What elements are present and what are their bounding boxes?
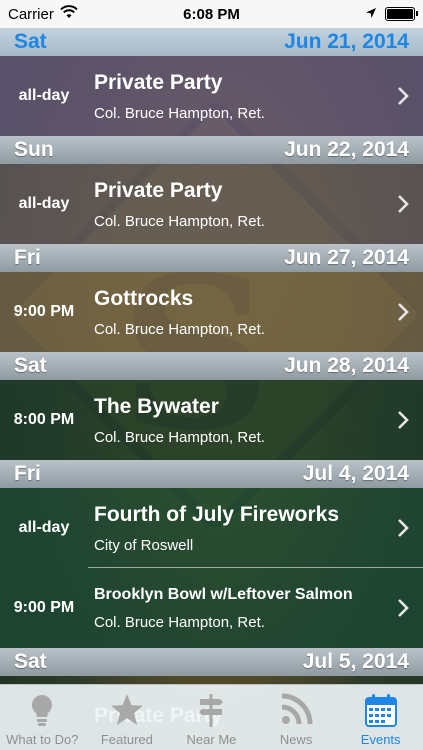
section-header: Sat Jun 28, 2014 [0, 352, 423, 380]
battery-level-fill [387, 9, 413, 19]
event-title: Private Party [94, 70, 223, 94]
section-date: Jun 28, 2014 [284, 354, 409, 377]
section-date: Jun 22, 2014 [284, 138, 409, 161]
section-date: Jul 4, 2014 [302, 462, 409, 485]
chevron-right-icon [383, 272, 423, 352]
section-day: Fri [14, 462, 41, 485]
tab-news[interactable]: News [254, 685, 339, 750]
event-title: The Bywater [94, 394, 219, 418]
section-header: Sun Jun 22, 2014 [0, 136, 423, 164]
event-row[interactable]: 9:00 PM Gottrocks Col. Bruce Hampton, Ret. [0, 272, 423, 352]
tab-label: Events [360, 732, 401, 747]
event-time: 8:00 PM [13, 411, 75, 428]
event-row[interactable]: all-day Private Party Col. Bruce Hampton, … [0, 56, 423, 136]
event-venue: Col. Bruce Hampton, Ret. [94, 212, 265, 230]
event-time: all-day [18, 87, 70, 104]
section-date: Jun 21, 2014 [284, 30, 409, 53]
event-time: all-day [18, 195, 70, 212]
event-time: 9:00 PM [13, 599, 75, 616]
event-time: 9:00 PM [13, 303, 75, 320]
section-header: Fri Jun 27, 2014 [0, 244, 423, 272]
tab-near-me[interactable]: Near Me [169, 685, 254, 750]
event-time: all-day [18, 519, 70, 536]
section-date: Jun 27, 2014 [284, 246, 409, 269]
chevron-right-icon [383, 488, 423, 568]
event-title: Gottrocks [94, 286, 194, 310]
chevron-right-icon [383, 56, 423, 136]
section-day: Sun [14, 138, 54, 161]
event-row[interactable]: all-day Fourth of July Fireworks City of R… [0, 488, 423, 568]
rss-icon [281, 693, 313, 725]
event-venue: Col. Bruce Hampton, Ret. [94, 428, 265, 446]
section-day: Fri [14, 246, 41, 269]
battery-icon [385, 7, 418, 21]
chevron-right-icon [383, 164, 423, 244]
tab-label: Featured [100, 732, 153, 747]
event-row[interactable]: 9:00 PM Brooklyn Bowl w/Leftover Salmon Co… [0, 568, 423, 648]
section-day: Sat [14, 30, 47, 53]
calendar-icon [364, 694, 397, 727]
tab-label: Near Me [186, 732, 237, 747]
chevron-right-icon [383, 380, 423, 460]
event-venue: Col. Bruce Hampton, Ret. [94, 613, 265, 631]
section-date: Jul 5, 2014 [302, 650, 409, 673]
event-venue: Col. Bruce Hampton, Ret. [94, 104, 265, 122]
tab-label: What to Do? [6, 732, 79, 747]
lightbulb-icon [32, 695, 53, 726]
event-title: Fourth of July Fireworks [94, 502, 340, 526]
location-arrow-icon [365, 6, 377, 23]
section-header: Fri Jul 4, 2014 [0, 460, 423, 488]
tab-events[interactable]: Events [338, 685, 423, 750]
wifi-icon [60, 5, 78, 23]
event-title: Brooklyn Bowl w/Leftover Salmon [94, 585, 353, 603]
section-day: Sat [14, 354, 47, 377]
event-venue: Col. Bruce Hampton, Ret. [94, 320, 265, 338]
tab-featured[interactable]: Featured [85, 685, 170, 750]
tab-what-to-do[interactable]: What to Do? [0, 685, 85, 750]
event-row[interactable]: all-day Private Party Col. Bruce Hampton, … [0, 164, 423, 244]
event-title: Private Party [94, 178, 223, 202]
section-header: Sat Jun 21, 2014 [0, 28, 423, 56]
event-venue: City of Roswell [94, 536, 194, 554]
event-row[interactable]: 8:00 PM The Bywater Col. Bruce Hampton, Re… [0, 380, 423, 460]
section-day: Sat [14, 650, 47, 673]
carrier-label: Carrier [8, 5, 54, 23]
chevron-right-icon [383, 568, 423, 648]
star-icon [110, 694, 143, 725]
tab-label: News [279, 732, 313, 747]
section-header: Sat Jul 5, 2014 [0, 648, 423, 676]
signpost-icon [199, 694, 224, 727]
status-bar: Carrier 6:08 PM [0, 0, 423, 28]
tab-bar: What to Do? Featured Near Me News Events [0, 684, 423, 750]
